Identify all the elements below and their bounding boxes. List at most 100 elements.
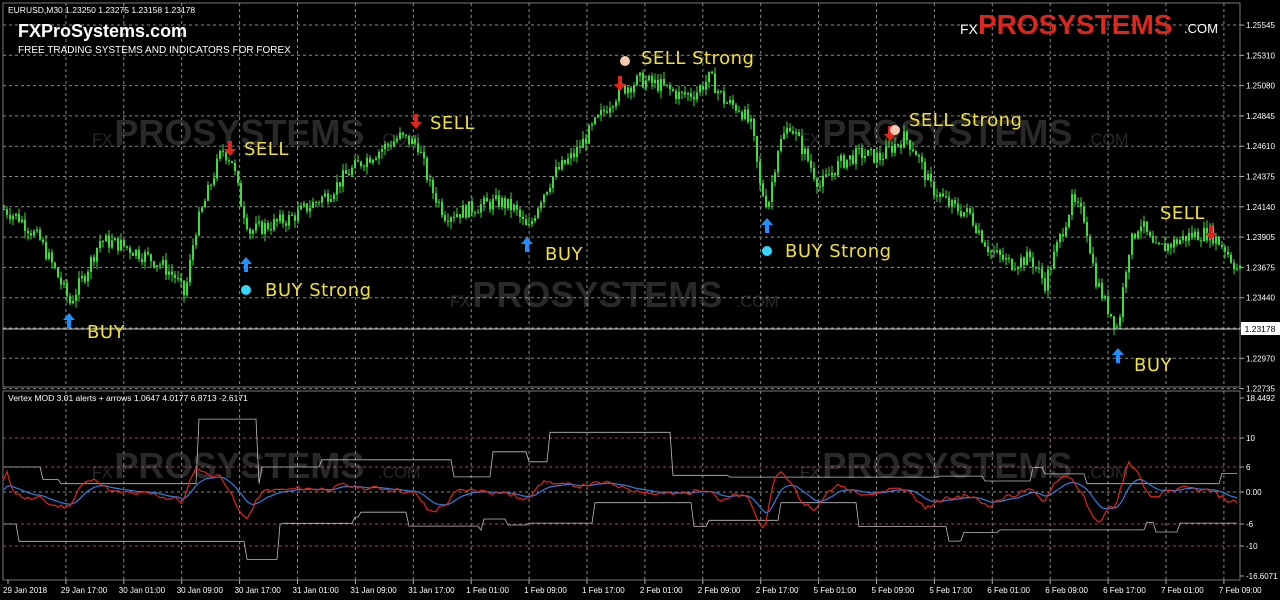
candle-body	[1020, 257, 1022, 268]
signal-label: SELL Strong	[909, 110, 1022, 131]
candle-body	[882, 158, 884, 160]
candle-body	[15, 213, 17, 216]
time-tick-label: 30 Jan 01:00	[119, 586, 166, 595]
candle-body	[1203, 227, 1205, 242]
candle-body	[273, 219, 275, 230]
candle-body	[315, 201, 317, 203]
candle-body	[714, 73, 716, 94]
candle-body	[471, 201, 473, 213]
candle-body	[345, 170, 347, 174]
candle-body	[954, 200, 956, 204]
candle-body	[330, 199, 332, 202]
candle-body	[291, 214, 293, 216]
candle-body	[1164, 243, 1166, 251]
watermark-com: .COM	[1086, 131, 1128, 149]
candle-body	[414, 138, 416, 144]
candle-body	[378, 151, 380, 159]
candle-body	[867, 149, 869, 156]
candle-body	[1047, 269, 1049, 291]
candle-body	[846, 159, 848, 168]
candle-body	[1176, 239, 1178, 245]
candle-body	[423, 151, 425, 159]
candle-body	[567, 158, 569, 164]
indicator-tick-label: 0.00	[1246, 488, 1262, 497]
candle-body	[501, 198, 503, 207]
candle-body	[39, 229, 41, 240]
candle-body	[231, 160, 233, 163]
candle-body	[102, 241, 104, 243]
candle-body	[321, 196, 323, 203]
candle-body	[555, 166, 557, 177]
candle-body	[903, 131, 905, 148]
time-tick-label: 7 Feb 01:00	[1161, 586, 1204, 595]
candle-body	[1188, 232, 1190, 241]
watermark-main: PROSYSTEMS	[472, 274, 722, 315]
candle-body	[387, 143, 389, 146]
candle-body	[123, 239, 125, 247]
candle-body	[417, 143, 419, 153]
candle-body	[789, 127, 791, 132]
candle-body	[777, 151, 779, 173]
candle-body	[1140, 226, 1142, 232]
candle-body	[732, 100, 734, 105]
candle-body	[675, 90, 677, 100]
candle-body	[69, 296, 71, 304]
candle-body	[1134, 233, 1136, 239]
candle-body	[438, 201, 440, 203]
candle-body	[1098, 282, 1100, 287]
candle-body	[741, 111, 743, 120]
candle-body	[357, 160, 359, 162]
candle-body	[117, 238, 119, 251]
candle-body	[468, 201, 470, 218]
candle-body	[288, 214, 290, 226]
candle-body	[432, 179, 434, 194]
candle-body	[633, 85, 635, 93]
candle-body	[906, 131, 908, 141]
trading-chart-window[interactable]: FX PROSYSTEMS .COM FX PROSYSTEMS .COMFX PROSYS…	[0, 0, 1280, 600]
price-tick-label: 1.23675	[1246, 263, 1275, 272]
candle-body	[177, 277, 179, 279]
strong-signal-dot	[762, 246, 772, 256]
candle-body	[207, 185, 209, 201]
candle-body	[579, 146, 581, 148]
candle-body	[879, 152, 881, 160]
signal-label: BUY	[545, 244, 584, 265]
candle-body	[810, 160, 812, 168]
candle-body	[699, 85, 701, 93]
candle-body	[216, 158, 218, 179]
candle-body	[798, 132, 800, 136]
candle-body	[999, 250, 1001, 255]
time-tick-label: 30 Jan 09:00	[177, 586, 224, 595]
candle-body	[1059, 234, 1061, 243]
candle-body	[1038, 267, 1040, 269]
candle-body	[1026, 251, 1028, 265]
logo-fx: FX	[960, 21, 979, 37]
candle-body	[738, 110, 740, 112]
candle-body	[963, 212, 965, 217]
candle-body	[441, 201, 443, 216]
candle-body	[249, 228, 251, 234]
candle-body	[120, 239, 122, 251]
candle-body	[1005, 258, 1007, 260]
candle-body	[390, 145, 392, 147]
candle-body	[864, 155, 866, 158]
time-tick-label: 5 Feb 09:00	[872, 586, 915, 595]
candle-body	[147, 252, 149, 255]
candle-body	[723, 91, 725, 104]
candle-body	[744, 109, 746, 120]
price-tick-label: 1.23905	[1246, 233, 1275, 242]
candle-body	[660, 79, 662, 91]
candle-body	[1236, 268, 1238, 270]
candle-body	[27, 230, 29, 234]
candle-body	[981, 230, 983, 243]
candle-body	[1104, 296, 1106, 299]
candle-body	[429, 179, 431, 181]
current-price-label: 1.23178	[1245, 324, 1276, 334]
time-tick-label: 5 Feb 17:00	[929, 586, 972, 595]
candle-body	[1065, 226, 1067, 237]
candle-body	[192, 245, 194, 260]
price-tick-label: 1.24375	[1246, 173, 1275, 182]
candle-body	[459, 214, 461, 218]
candle-body	[792, 131, 794, 134]
candle-body	[324, 193, 326, 197]
